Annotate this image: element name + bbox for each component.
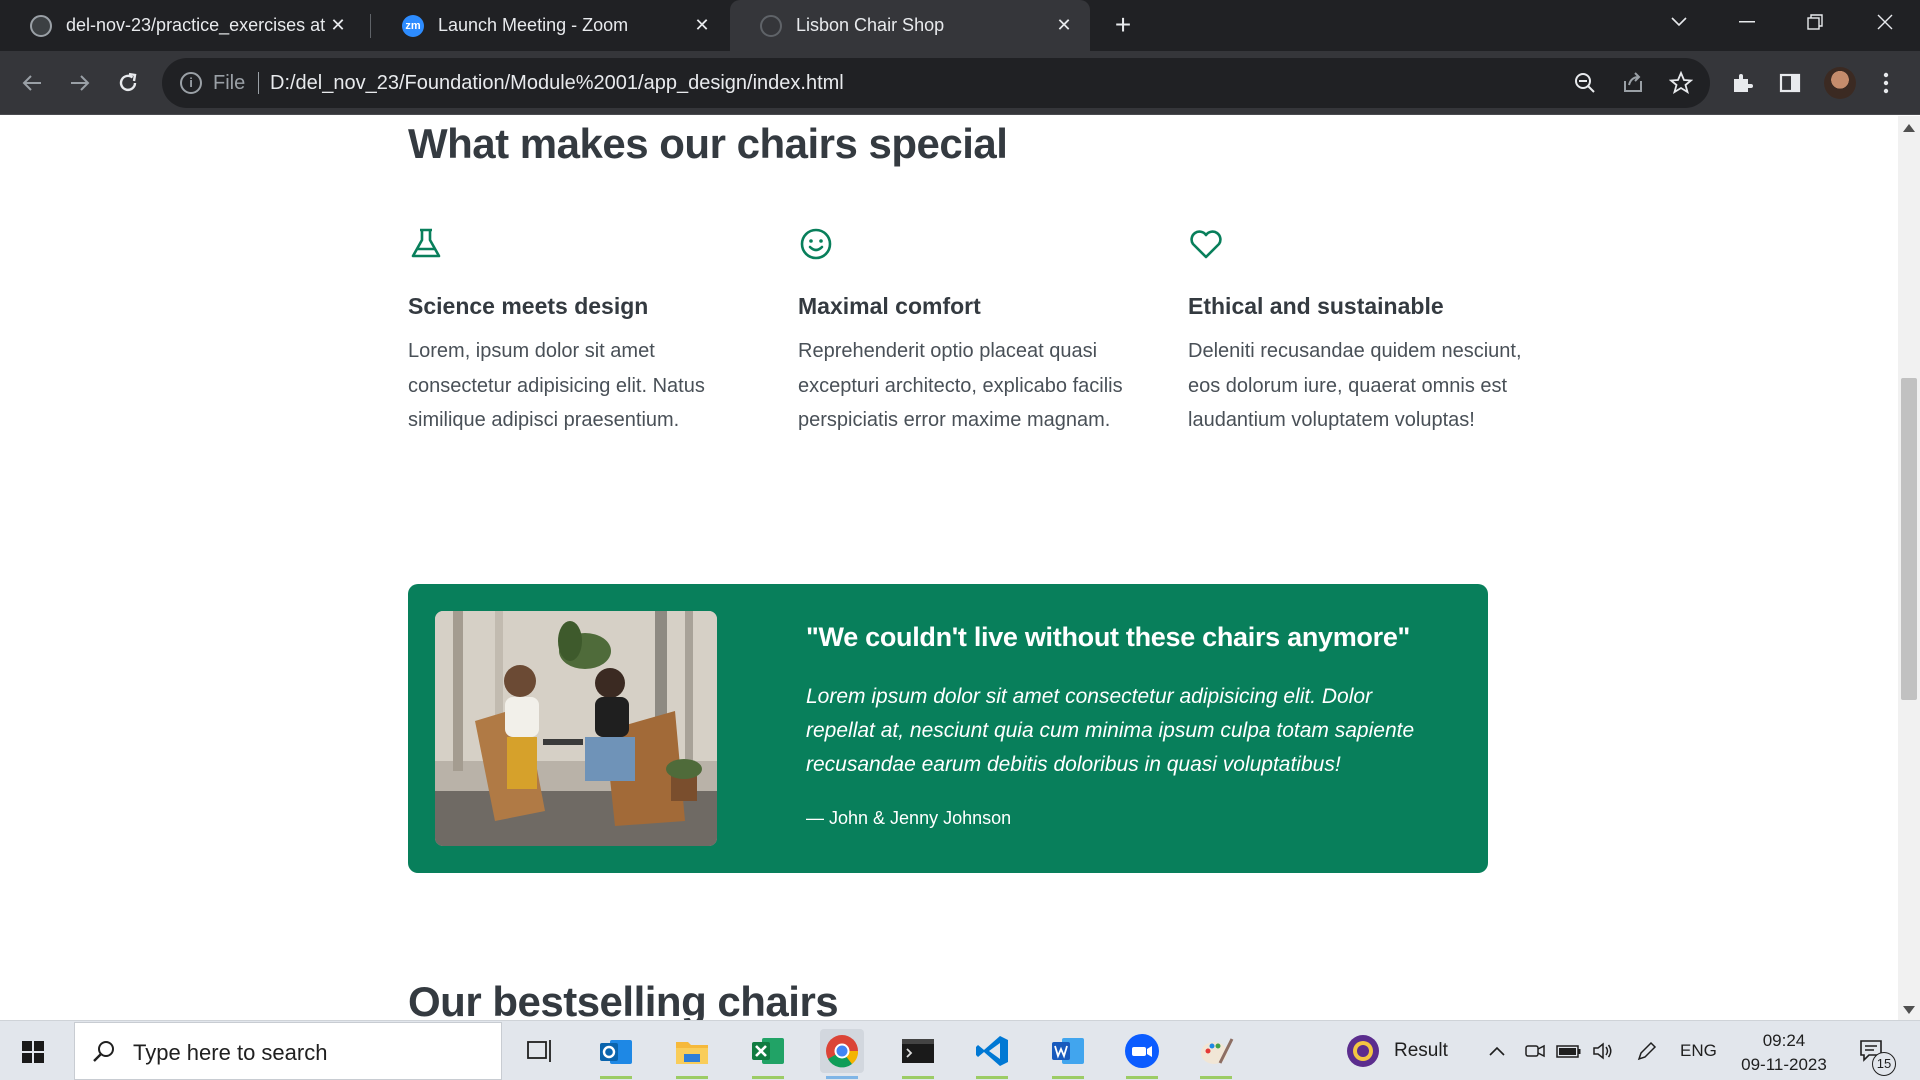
forward-button[interactable]	[62, 65, 98, 101]
feature-ethical: Ethical and sustainable Deleniti recusan…	[1188, 226, 1528, 438]
profile-avatar[interactable]	[1824, 67, 1856, 99]
globe-icon	[760, 14, 782, 37]
pen-icon[interactable]	[1636, 1021, 1658, 1080]
feature-comfort: Maximal comfort Reprehenderit optio plac…	[798, 226, 1138, 438]
restore-icon	[1807, 14, 1823, 30]
new-tab-button[interactable]: +	[1108, 11, 1138, 41]
url-text[interactable]: D:/del_nov_23/Foundation/Module%2001/app…	[270, 72, 844, 95]
search-icon	[93, 1041, 114, 1062]
task-view-icon[interactable]	[518, 1029, 562, 1073]
more-menu-icon[interactable]	[1870, 67, 1902, 99]
tab-lisbon-chair-shop[interactable]: Lisbon Chair Shop ✕	[730, 0, 1090, 51]
clock-time: 09:24	[1762, 1031, 1806, 1050]
close-window-button[interactable]	[1856, 0, 1914, 44]
section-heading: What makes our chairs special	[408, 120, 1008, 167]
tab-divider	[370, 14, 371, 38]
address-bar[interactable]: i File D:/del_nov_23/Foundation/Module%2…	[162, 58, 1710, 108]
reload-button[interactable]	[110, 65, 146, 101]
side-panel-icon[interactable]	[1774, 67, 1806, 99]
outlook-icon[interactable]	[594, 1029, 638, 1079]
search-placeholder: Type here to search	[133, 1040, 328, 1065]
bookmark-star-icon[interactable]	[1668, 70, 1694, 96]
notifications-button[interactable]: 15	[1858, 1021, 1896, 1080]
browser-toolbar: i File D:/del_nov_23/Foundation/Module%2…	[0, 51, 1920, 115]
file-explorer-icon[interactable]	[670, 1029, 714, 1079]
feature-title: Science meets design	[408, 293, 649, 319]
show-hidden-icons-chevron-icon[interactable]	[1488, 1021, 1506, 1080]
zoom-app-icon[interactable]	[1120, 1029, 1164, 1079]
chevron-down-icon	[1671, 17, 1687, 27]
windows-start-icon[interactable]	[22, 1041, 44, 1063]
restore-button[interactable]	[1786, 0, 1844, 44]
close-icon	[1877, 14, 1893, 30]
github-icon	[30, 14, 52, 37]
minimize-icon	[1739, 21, 1755, 23]
feature-text: Lorem, ipsum dolor sit amet consectetur …	[408, 340, 705, 431]
zoom-icon: zm	[402, 14, 424, 37]
feature-science: Science meets design Lorem, ipsum dolor …	[408, 226, 748, 438]
testimonial-author: — John & Jenny Johnson	[806, 808, 1012, 828]
section-heading-bestselling: Our bestselling chairs	[408, 978, 839, 1020]
result-label: Result	[1394, 1040, 1448, 1061]
result-badge-icon	[1347, 1035, 1379, 1067]
feature-text: Deleniti recusandae quidem nesciunt, eos…	[1188, 340, 1522, 431]
system-clock[interactable]: 09:24 09-11-2023	[1728, 1029, 1840, 1077]
minimize-button[interactable]	[1718, 0, 1776, 44]
word-icon[interactable]	[1046, 1029, 1090, 1079]
volume-icon[interactable]	[1592, 1021, 1614, 1080]
feature-text: Reprehenderit optio placeat quasi except…	[798, 340, 1123, 431]
meet-now-icon[interactable]	[1524, 1021, 1546, 1080]
scroll-thumb[interactable]	[1901, 378, 1917, 700]
terminal-icon[interactable]	[896, 1029, 940, 1079]
scheme-label: File	[213, 72, 246, 94]
share-icon[interactable]	[1620, 70, 1646, 96]
flask-icon	[411, 228, 441, 258]
language-indicator[interactable]: ENG	[1680, 1021, 1717, 1080]
feature-title: Ethical and sustainable	[1188, 293, 1444, 319]
page-scrollbar[interactable]	[1898, 116, 1920, 1020]
address-divider	[258, 72, 259, 94]
battery-icon[interactable]	[1556, 1021, 1582, 1080]
language-label: ENG	[1680, 1041, 1717, 1060]
heart-icon	[1190, 230, 1222, 259]
arrow-right-icon	[71, 75, 90, 91]
tab-search-button[interactable]	[1650, 0, 1708, 44]
excel-icon[interactable]	[746, 1029, 790, 1079]
reload-icon	[119, 72, 137, 92]
info-icon[interactable]: i	[180, 72, 202, 94]
back-button[interactable]	[14, 65, 50, 101]
windows-taskbar: Type here to search Result ENG 09:24 09-…	[0, 1020, 1920, 1080]
clock-date: 09-11-2023	[1741, 1055, 1827, 1074]
tab-zoom[interactable]: zm Launch Meeting - Zoom ✕	[372, 0, 728, 51]
notification-count: 15	[1872, 1052, 1896, 1076]
tab-title: Lisbon Chair Shop	[796, 15, 945, 35]
result-widget[interactable]: Result	[1346, 1021, 1448, 1080]
close-icon[interactable]: ✕	[1052, 14, 1076, 38]
smiley-icon	[800, 228, 832, 260]
close-icon[interactable]: ✕	[326, 14, 350, 38]
zoom-out-icon[interactable]	[1572, 70, 1598, 96]
tab-title: Launch Meeting - Zoom	[438, 15, 629, 35]
testimonial-photo	[435, 611, 717, 846]
testimonial-quote: "We couldn't live without these chairs a…	[806, 622, 1411, 652]
arrow-left-icon	[22, 75, 41, 91]
browser-tab-bar: del-nov-23/practice_exercises at ✕ zm La…	[0, 0, 1920, 51]
testimonial-text: Lorem ipsum dolor sit amet consectetur a…	[806, 685, 1415, 776]
tab-github[interactable]: del-nov-23/practice_exercises at ✕	[0, 0, 364, 51]
extensions-icon[interactable]	[1726, 67, 1758, 99]
taskbar-search-box[interactable]: Type here to search	[74, 1022, 502, 1080]
scroll-down-arrow-icon[interactable]	[1903, 1006, 1915, 1014]
testimonial-card: "We couldn't live without these chairs a…	[408, 584, 1488, 873]
vscode-icon[interactable]	[970, 1029, 1014, 1079]
tab-title: del-nov-23/practice_exercises at	[66, 15, 326, 35]
page-viewport: What makes our chairs special Science me…	[0, 116, 1898, 1020]
chrome-icon[interactable]	[820, 1029, 864, 1079]
paint-icon[interactable]	[1194, 1029, 1238, 1079]
close-icon[interactable]: ✕	[690, 14, 714, 38]
feature-title: Maximal comfort	[798, 293, 981, 319]
scroll-up-arrow-icon[interactable]	[1903, 124, 1915, 132]
